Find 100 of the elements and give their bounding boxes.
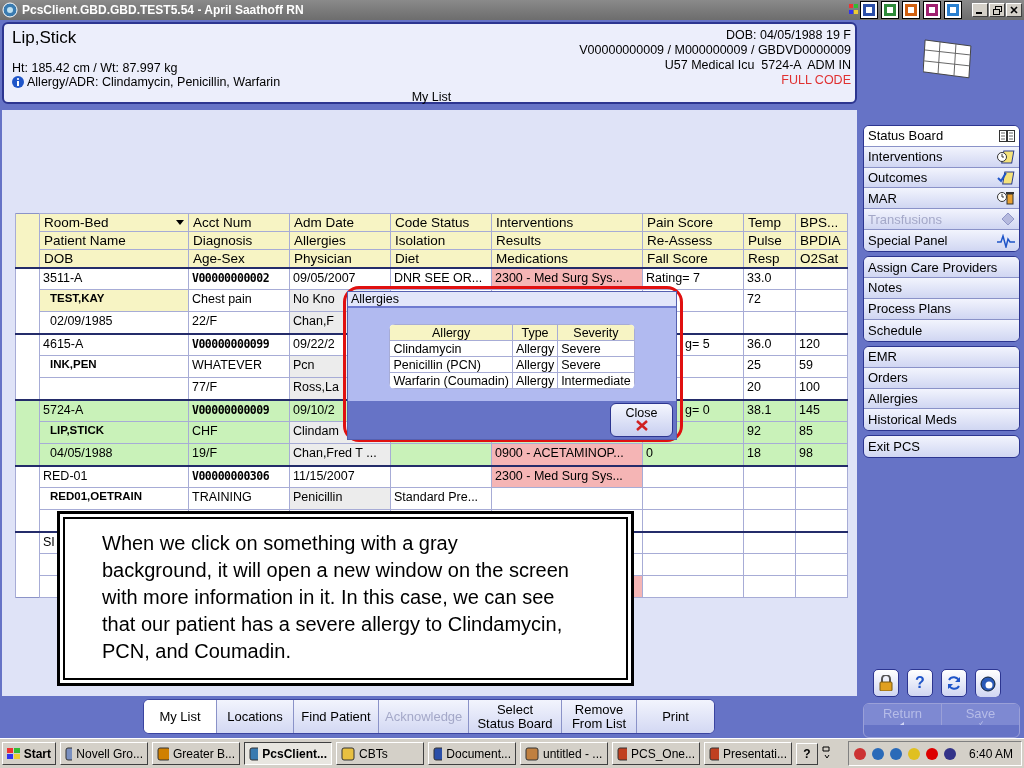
close-button[interactable]: Close: [610, 403, 673, 437]
column-header: Adm Date: [294, 215, 355, 230]
ids-text: V00000000009 / M000000009 / GBDVD0000009: [579, 43, 851, 58]
taskbar-button[interactable]: Greater B...: [152, 742, 240, 765]
alert-cell: 2300 - Med Surg Sys...: [495, 270, 623, 285]
table-cell: 02/09/1985: [50, 314, 113, 328]
account-number: V00000000099: [192, 336, 270, 351]
column-header: Age-Sex: [193, 250, 245, 266]
alert-cell: 2300 - Med Surg Sys...: [495, 468, 623, 483]
table-cell: 04/05/1988: [50, 446, 113, 460]
restore-icon: [992, 5, 1002, 15]
tray-icon[interactable]: [888, 746, 903, 761]
toolbar-button[interactable]: Remove From List: [562, 700, 637, 733]
table-cell: g= 0: [685, 402, 710, 417]
code-status: FULL CODE: [781, 73, 851, 88]
sidebar-item[interactable]: Exit PCS: [864, 436, 1019, 458]
taskbar-button[interactable]: untitled - ...: [520, 742, 608, 765]
toolbar-button[interactable]: Print: [637, 700, 714, 733]
table-cell: 85: [799, 424, 813, 438]
tray-icon[interactable]: [852, 746, 867, 761]
sidebar-item[interactable]: Status Board: [864, 125, 1019, 147]
sidebar-item[interactable]: EMR: [864, 346, 1019, 368]
table-cell: Allergy: [515, 357, 555, 372]
account-number: V00000000002: [192, 270, 270, 285]
tray-icon[interactable]: [870, 746, 885, 761]
tray-icon[interactable]: [924, 746, 939, 761]
table-cell: 72: [747, 292, 761, 306]
column-header: Medications: [496, 250, 569, 266]
close-icon: [1010, 6, 1018, 14]
table-cell: 3511-A: [43, 270, 83, 285]
table-cell: Allergy: [515, 373, 555, 388]
column-header: Allergies: [294, 233, 346, 248]
table-cell: g= 5: [685, 336, 710, 351]
globe-button[interactable]: [975, 669, 1001, 698]
table-cell: Standard Pre...: [394, 490, 479, 504]
column-header: Type: [521, 325, 549, 340]
clock: 6:40 AM: [968, 746, 1013, 761]
sort-arrow-icon[interactable]: [176, 220, 184, 225]
lock-icon: [879, 675, 893, 692]
sidebar-item[interactable]: Process Plans: [864, 298, 1019, 320]
help-button[interactable]: ?: [796, 742, 818, 765]
book-icon: [999, 128, 1015, 143]
taskbar-button[interactable]: Document...: [428, 742, 516, 765]
table-cell: 25: [747, 358, 761, 372]
table-cell: Severe: [561, 357, 601, 372]
table-cell: 09/05/2007: [293, 270, 356, 285]
table-cell: 19/F: [192, 446, 217, 460]
table-cell: 100: [799, 380, 820, 394]
table-cell: 09/10/2: [293, 402, 335, 417]
sidebar-item[interactable]: Orders: [864, 367, 1019, 389]
table-cell: 36.0: [747, 336, 772, 351]
sidebar-item[interactable]: MAR: [864, 188, 1019, 210]
table-cell: 145: [799, 402, 820, 417]
column-header: Allergy: [432, 325, 471, 340]
column-header: BPDIA: [800, 233, 841, 248]
toolbar-button[interactable]: Select Status Board: [469, 700, 562, 733]
table-cell: Warfarin (Coumadin): [393, 373, 509, 388]
toolbar-button[interactable]: My List: [144, 700, 217, 733]
restore-button[interactable]: [989, 3, 1005, 17]
minimize-button[interactable]: [972, 3, 988, 17]
start-button[interactable]: Start: [2, 742, 56, 765]
table-cell: Intermediate: [561, 373, 631, 388]
taskbar-button[interactable]: Presentati...: [704, 742, 792, 765]
toolbar-button[interactable]: Find Patient: [294, 700, 379, 733]
taskbar-button[interactable]: PcsClient...: [244, 742, 332, 765]
column-header: BPS...: [800, 215, 839, 230]
refresh-button[interactable]: [941, 669, 967, 698]
sidebar-item[interactable]: Outcomes: [864, 167, 1019, 189]
table-cell: DNR SEE OR...: [394, 270, 483, 285]
patient-name: TEST,KAY: [50, 292, 105, 304]
column-header: Resp: [748, 250, 780, 266]
taskbar-button[interactable]: PCS_One...: [612, 742, 700, 765]
table-cell: 38.1: [747, 402, 772, 417]
info-icon: [12, 76, 24, 88]
lookup-field[interactable]: Pcn: [293, 358, 315, 372]
toolbar-button[interactable]: Locations: [217, 700, 294, 733]
help-button[interactable]: ?: [907, 669, 933, 698]
table-cell: 22/F: [192, 314, 217, 328]
heartbeat-icon: [997, 233, 1015, 248]
table-cell: Clindamycin: [393, 341, 462, 356]
allergy-text: Allergy/ADR: Clindamycin, Penicillin, Warfarin: [27, 75, 281, 89]
app-icon: [157, 746, 169, 761]
sidebar-item[interactable]: Interventions: [864, 146, 1019, 168]
table-cell: Rating= 7: [646, 270, 700, 285]
sidebar-item[interactable]: Assign Care Providers: [864, 257, 1019, 279]
sidebar-item[interactable]: Allergies: [864, 388, 1019, 410]
close-button[interactable]: [1006, 3, 1022, 17]
tray-icon[interactable]: [942, 746, 957, 761]
sidebar-item[interactable]: Schedule: [864, 319, 1019, 341]
account-number: V00000000009: [192, 402, 270, 417]
column-header: DOB: [44, 250, 74, 266]
taskbar-button[interactable]: Novell Gro...: [60, 742, 148, 765]
sidebar-item[interactable]: Historical Meds: [864, 409, 1019, 431]
taskbar-button[interactable]: CBTs: [336, 742, 424, 765]
table-cell: Severe: [561, 341, 601, 356]
table-cell: 20: [747, 380, 761, 394]
lock-button[interactable]: [873, 669, 899, 698]
sidebar-item[interactable]: Notes: [864, 278, 1019, 299]
table-cell: 59: [799, 358, 813, 372]
sidebar-item[interactable]: Special Panel: [864, 230, 1019, 252]
